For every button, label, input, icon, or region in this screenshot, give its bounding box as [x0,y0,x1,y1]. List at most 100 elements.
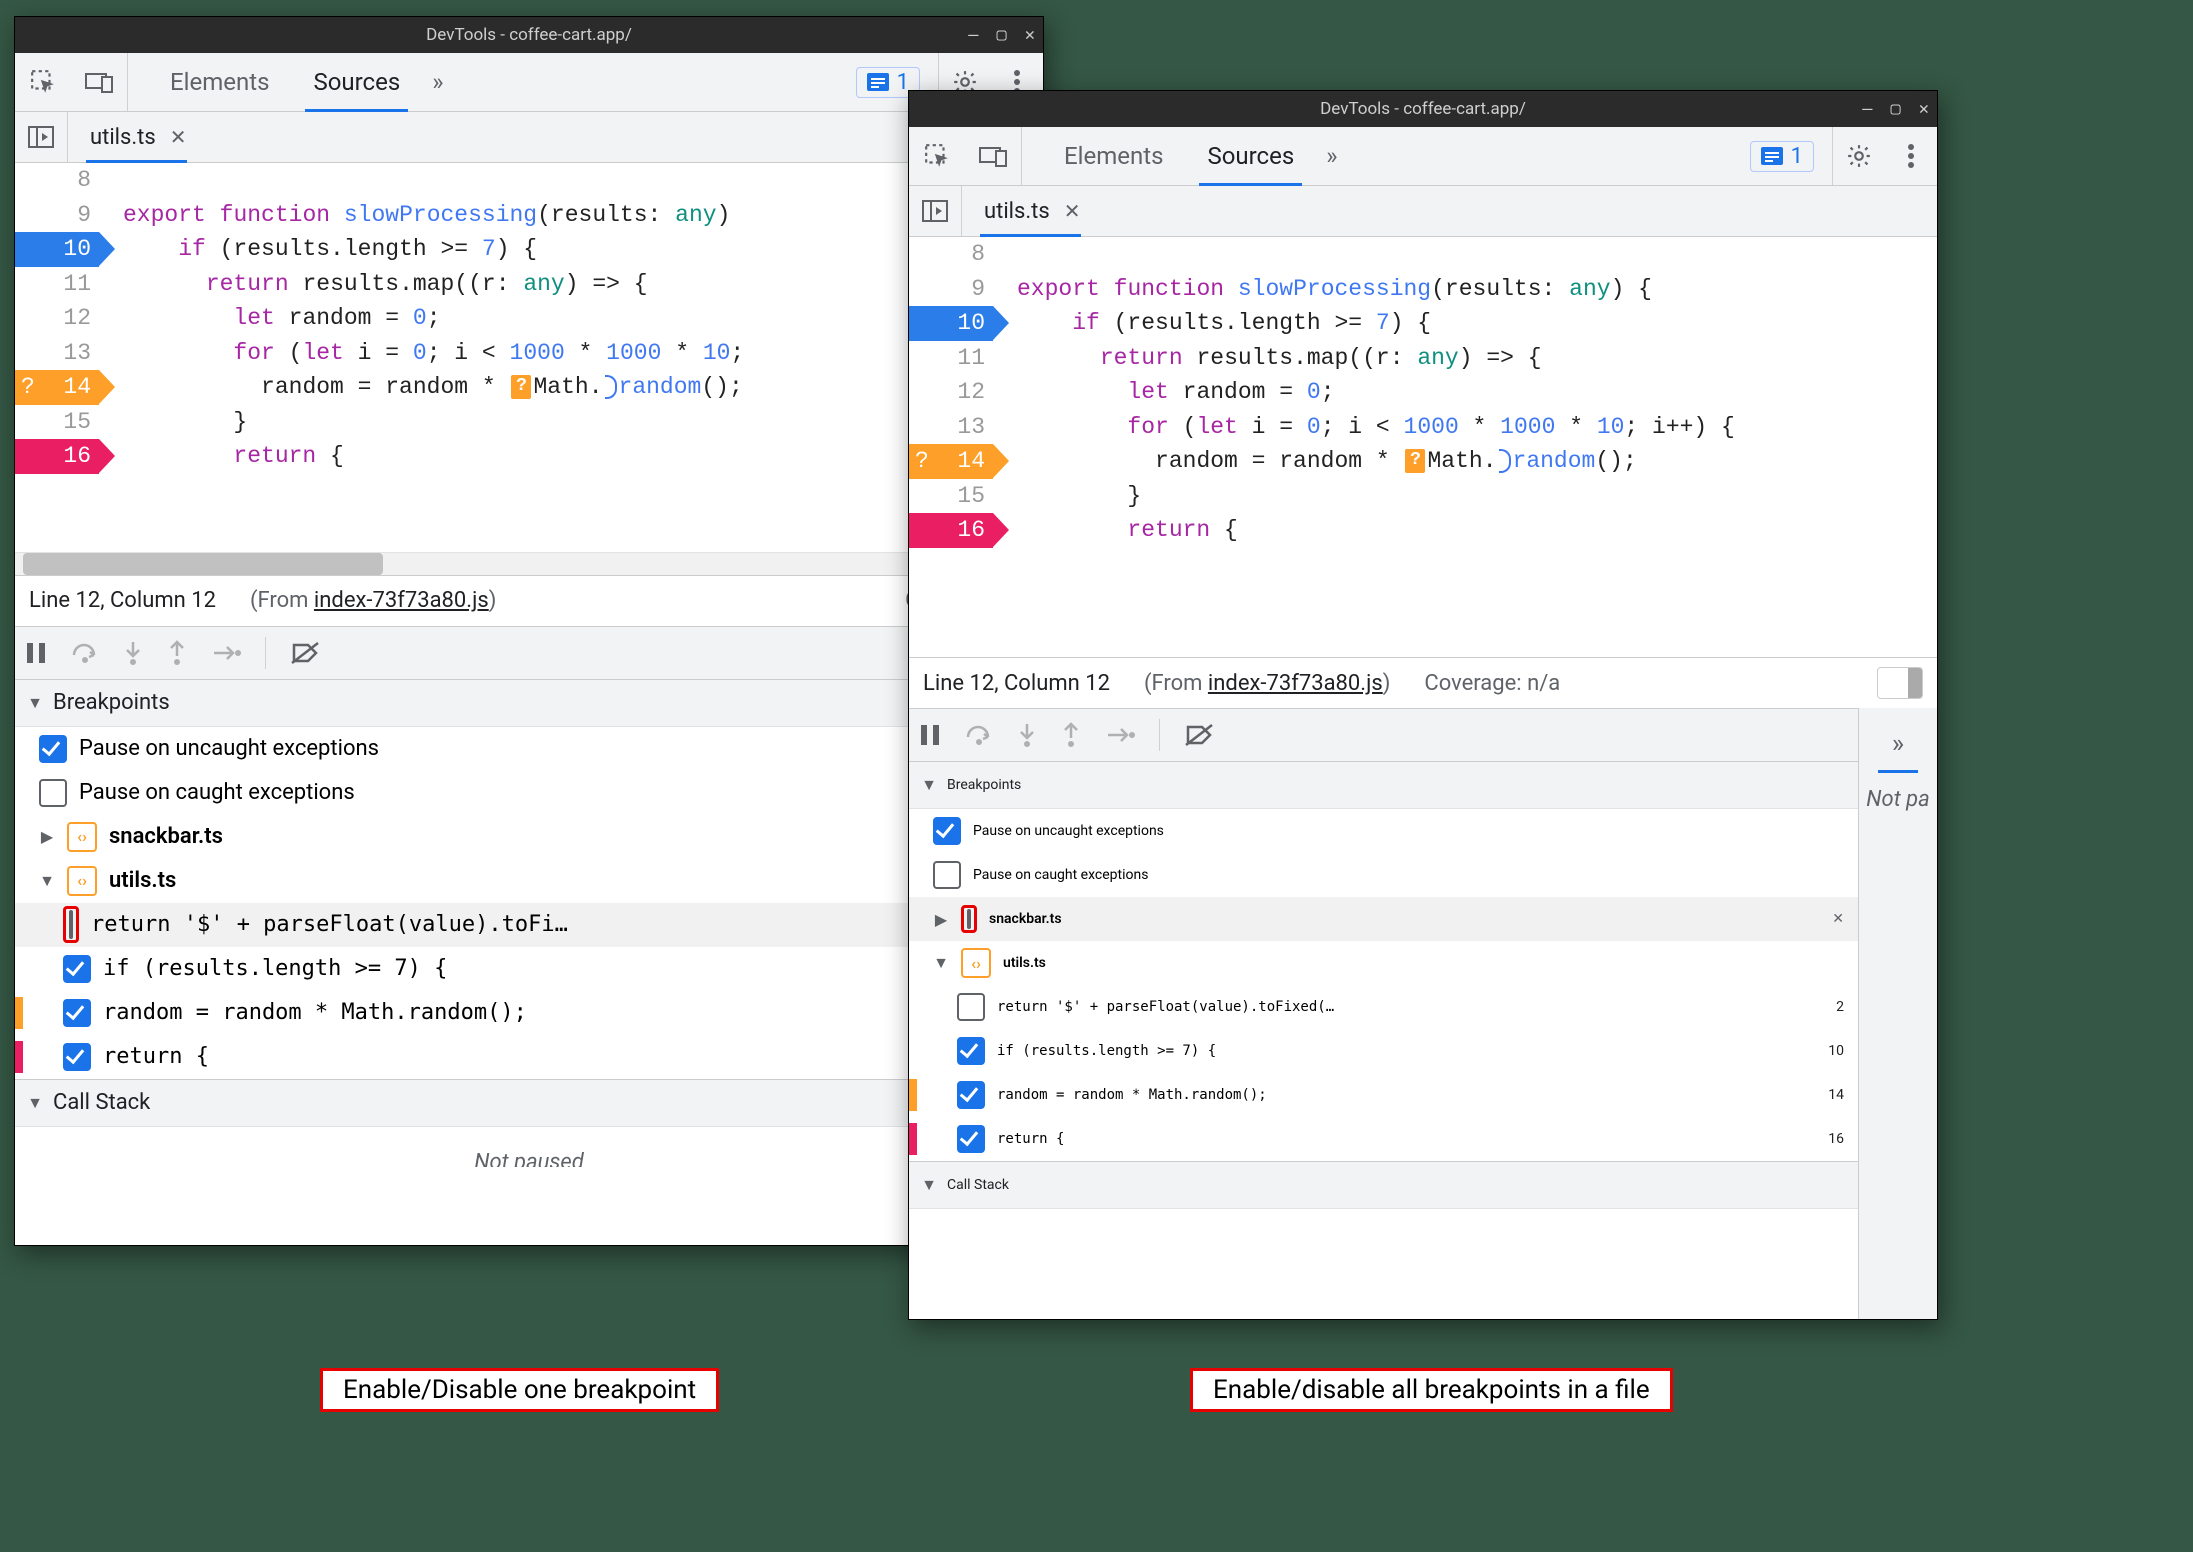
breakpoint-checkbox[interactable] [63,999,91,1027]
debugger-toolbar [909,708,1858,761]
show-navigator-icon[interactable] [15,112,68,162]
step-over-icon[interactable] [71,641,99,665]
file-tab-label: utils.ts [90,125,156,150]
tab-sources[interactable]: Sources [1185,127,1316,185]
step-out-icon[interactable] [1061,722,1081,748]
step-out-icon[interactable] [167,640,187,666]
breakpoint-checkbox[interactable] [957,1125,985,1153]
breakpoint-item-parsefloat[interactable]: return '$' + parseFloat(value).toFi… ✎ ✕… [15,903,1043,947]
breakpoint-checkbox[interactable] [63,955,91,983]
devtools-window-left: DevTools - coffee-cart.app/ — ▢ ✕ Elemen… [14,16,1044,1246]
sidepane-toggle-icon[interactable] [1877,667,1923,699]
debugger-toolbar [15,626,1043,679]
device-mode-icon[interactable] [71,53,128,111]
inspect-icon[interactable] [15,53,71,111]
callstack-header[interactable]: ▼ Call Stack [909,1161,1858,1209]
breakpoint-item-return[interactable]: return { 16 [909,1117,1858,1161]
step-icon[interactable] [1105,724,1135,746]
step-icon[interactable] [211,642,241,664]
breakpoints-header[interactable]: ▼ Breakpoints [909,761,1858,809]
pause-uncaught-row[interactable]: Pause on uncaught exceptions [909,809,1858,853]
conditional-bp-icon[interactable]: ? [1405,449,1425,473]
minimize-button[interactable]: — [968,25,978,45]
chevron-down-icon: ▼ [39,871,55,891]
pause-caught-checkbox[interactable] [933,861,961,889]
minimize-button[interactable]: — [1862,99,1872,119]
kebab-icon[interactable] [1885,143,1937,169]
callstack-header[interactable]: ▼ Call Stack [15,1079,1043,1127]
tab-elements[interactable]: Elements [1042,127,1185,185]
breakpoint-checkbox[interactable] [63,1043,91,1071]
close-file-tab-icon[interactable]: ✕ [170,125,187,149]
not-paused-label: Not pa [1866,779,1929,812]
issues-count: 1 [1791,144,1803,169]
breakpoint-item-return[interactable]: return { 16 [15,1035,1043,1079]
chevron-down-icon: ▼ [921,775,937,795]
device-mode-icon[interactable] [965,127,1022,185]
breakpoint-item-parsefloat[interactable]: return '$' + parseFloat(value).toFixed(…… [909,985,1858,1029]
code-editor[interactable]: 8 9export function slowProcessing(result… [15,163,1043,552]
inline-hint-icon [605,375,617,399]
file-tabstrip: utils.ts ✕ [15,112,1043,163]
file-tab-utils-ts[interactable]: utils.ts ✕ [962,186,1091,236]
chevron-down-icon: ▼ [27,693,43,713]
breakpoint-checkbox[interactable] [69,910,73,939]
show-navigator-icon[interactable] [909,186,962,236]
tab-more[interactable]: » [1316,127,1347,185]
statusbar: Line 12, Column 12 (From index-73f73a80.… [15,575,1043,626]
pause-uncaught-checkbox[interactable] [933,817,961,845]
step-over-icon[interactable] [965,723,993,747]
devtools-window-right: DevTools - coffee-cart.app/ — ▢ ✕ Elemen… [908,90,1938,1320]
chevron-down-icon: ▼ [921,1175,937,1195]
file-breakpoints-checkbox[interactable] [967,909,971,929]
breakpoint-item-random[interactable]: random = random * Math.random(); 14 [909,1073,1858,1117]
chevron-down-icon: ▼ [27,1093,43,1113]
pause-icon[interactable] [919,723,941,747]
pause-uncaught-row[interactable]: Pause on uncaught exceptions [15,727,1043,771]
breakpoint-checkbox[interactable] [957,993,985,1021]
breakpoint-file-snackbar[interactable]: ▶ snackbar.ts ✕ [909,897,1858,941]
breakpoint-item-if[interactable]: if (results.length >= 7) { 10 [909,1029,1858,1073]
breakpoint-checkbox[interactable] [957,1037,985,1065]
inspect-icon[interactable] [909,127,965,185]
close-file-tab-icon[interactable]: ✕ [1064,199,1081,223]
tab-sources[interactable]: Sources [291,53,422,111]
maximize-button[interactable]: ▢ [1891,99,1901,119]
chevron-right-icon: ▶ [39,827,55,846]
tab-elements[interactable]: Elements [148,53,291,111]
breakpoint-file-utils[interactable]: ▼ ‹› utils.ts [15,859,1043,903]
step-into-icon[interactable] [123,640,143,666]
breakpoint-item-random[interactable]: random = random * Math.random(); 14 [15,991,1043,1035]
horizontal-scrollbar[interactable] [15,552,1043,575]
titlebar-text: DevTools - coffee-cart.app/ [1320,99,1526,119]
sourcemap-from: (From index-73f73a80.js) [1144,671,1390,696]
code-editor[interactable]: 8 9export function slowProcessing(result… [909,237,1937,657]
pause-caught-row[interactable]: Pause on caught exceptions [15,771,1043,815]
main-toolbar: Elements Sources » 1 [909,127,1937,186]
caption-one: Enable/Disable one breakpoint [320,1368,719,1412]
deactivate-breakpoints-icon[interactable] [290,641,320,665]
close-button[interactable]: ✕ [1025,25,1035,45]
breakpoints-header[interactable]: ▼ Breakpoints [15,679,1043,727]
remove-file-breakpoints-icon[interactable]: ✕ [1832,911,1844,927]
issues-badge[interactable]: 1 [1750,141,1814,172]
close-button[interactable]: ✕ [1919,99,1929,119]
pause-icon[interactable] [25,641,47,665]
pause-caught-row[interactable]: Pause on caught exceptions [909,853,1858,897]
pause-uncaught-checkbox[interactable] [39,735,67,763]
gear-icon[interactable] [1832,127,1885,185]
pause-caught-checkbox[interactable] [39,779,67,807]
breakpoint-file-utils[interactable]: ▼ ‹› utils.ts [909,941,1858,985]
breakpoint-checkbox[interactable] [957,1081,985,1109]
step-into-icon[interactable] [1017,722,1037,748]
chevron-right-icon: ▶ [933,910,949,929]
titlebar: DevTools - coffee-cart.app/ — ▢ ✕ [15,17,1043,53]
tab-more[interactable]: » [422,53,453,111]
maximize-button[interactable]: ▢ [997,25,1007,45]
breakpoint-item-if[interactable]: if (results.length >= 7) { 10 [15,947,1043,991]
deactivate-breakpoints-icon[interactable] [1184,723,1214,747]
conditional-bp-icon[interactable]: ? [511,375,531,399]
breakpoint-file-snackbar[interactable]: ▶ ‹› snackbar.ts [15,815,1043,859]
side-more-icon[interactable]: » [1892,718,1904,770]
file-tab-utils-ts[interactable]: utils.ts ✕ [68,112,197,162]
